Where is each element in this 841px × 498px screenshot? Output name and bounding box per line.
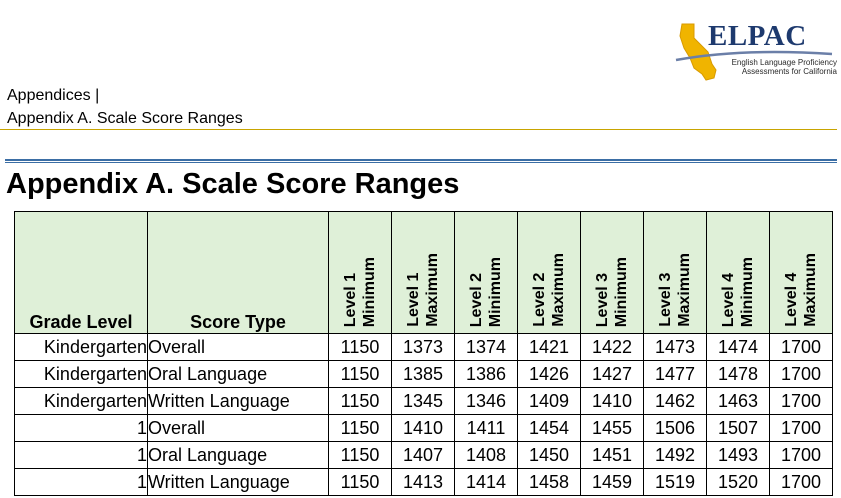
score-type-cell: Written Language (147, 387, 329, 415)
grade-level-cell: Kindergarten (14, 333, 148, 361)
score-value-cell: 1462 (643, 387, 707, 415)
score-value-cell: 1373 (391, 333, 455, 361)
header-divider (0, 129, 837, 130)
level-header-label: Level 2 Maximum (531, 253, 567, 327)
score-type-cell: Oral Language (147, 360, 329, 388)
table-row: 1 Written Language 1150 1413 1414 1458 1459 151… (14, 468, 833, 496)
score-value-cell: 1700 (769, 333, 833, 361)
level-header: Level 4 Minimum (706, 211, 770, 334)
score-value-cell: 1413 (391, 468, 455, 496)
score-value-cell: 1150 (328, 360, 392, 388)
score-value-cell: 1414 (454, 468, 518, 496)
table-body: Kindergarten Overall 1150 1373 1374 1421 1422 1… (14, 333, 833, 496)
level-header: Level 3 Minimum (580, 211, 644, 334)
score-value-cell: 1150 (328, 387, 392, 415)
score-value-cell: 1455 (580, 414, 644, 442)
score-value-cell: 1150 (328, 414, 392, 442)
score-value-cell: 1493 (706, 441, 770, 469)
score-value-cell: 1345 (391, 387, 455, 415)
score-type-cell: Oral Language (147, 441, 329, 469)
grade-level-cell: 1 (14, 414, 148, 442)
score-value-cell: 1506 (643, 414, 707, 442)
score-value-cell: 1458 (517, 468, 581, 496)
score-value-cell: 1451 (580, 441, 644, 469)
score-value-cell: 1700 (769, 414, 833, 442)
score-value-cell: 1478 (706, 360, 770, 388)
score-value-cell: 1385 (391, 360, 455, 388)
table-row: 1 Overall 1150 1410 1411 1454 1455 1506 1507 1700 (14, 414, 833, 442)
level-header-label: Level 1 Minimum (342, 256, 378, 327)
title-rule-thin (5, 162, 837, 163)
score-value-cell: 1421 (517, 333, 581, 361)
score-value-cell: 1463 (706, 387, 770, 415)
table-row: Kindergarten Overall 1150 1373 1374 1421 1422 1… (14, 333, 833, 361)
grade-level-cell: Kindergarten (14, 360, 148, 388)
table-header-row: Grade Level Score Type Level 1 Minimum L… (14, 211, 833, 334)
score-value-cell: 1150 (328, 441, 392, 469)
score-value-cell: 1519 (643, 468, 707, 496)
score-value-cell: 1409 (517, 387, 581, 415)
score-value-cell: 1507 (706, 414, 770, 442)
level-header-label: Level 1 Maximum (405, 253, 441, 327)
score-value-cell: 1700 (769, 387, 833, 415)
score-value-cell: 1386 (454, 360, 518, 388)
score-value-cell: 1346 (454, 387, 518, 415)
title-rule (5, 159, 837, 161)
running-header: Appendices | Appendix A. Scale Score Ran… (7, 84, 243, 130)
score-value-cell: 1374 (454, 333, 518, 361)
page-title: Appendix A. Scale Score Ranges (6, 168, 460, 200)
logo-wordmark: ELPAC (708, 20, 807, 52)
level-header: Level 2 Minimum (454, 211, 518, 334)
level-header: Level 1 Minimum (328, 211, 392, 334)
score-type-cell: Overall (147, 414, 329, 442)
score-value-cell: 1474 (706, 333, 770, 361)
score-value-cell: 1427 (580, 360, 644, 388)
table-row: 1 Oral Language 1150 1407 1408 1450 1451 1492 14… (14, 441, 833, 469)
score-value-cell: 1520 (706, 468, 770, 496)
scale-score-table: Grade Level Score Type Level 1 Minimum L… (14, 211, 833, 496)
level-header: Level 2 Maximum (517, 211, 581, 334)
score-type-cell: Overall (147, 333, 329, 361)
level-header: Level 4 Maximum (769, 211, 833, 334)
score-value-cell: 1150 (328, 333, 392, 361)
score-type-cell: Written Language (147, 468, 329, 496)
level-header: Level 3 Maximum (643, 211, 707, 334)
logo-subtitle-line2: Assessments for California (741, 67, 837, 76)
score-value-cell: 1426 (517, 360, 581, 388)
level-header-label: Level 4 Minimum (720, 256, 756, 327)
score-value-cell: 1473 (643, 333, 707, 361)
table-row: Kindergarten Oral Language 1150 1385 1386 142… (14, 360, 833, 388)
score-value-cell: 1150 (328, 468, 392, 496)
grade-level-cell: Kindergarten (14, 387, 148, 415)
score-type-header: Score Type (147, 211, 329, 334)
score-value-cell: 1411 (454, 414, 518, 442)
grade-level-cell: 1 (14, 441, 148, 469)
level-header-label: Level 2 Minimum (468, 256, 504, 327)
grade-level-header: Grade Level (14, 211, 148, 334)
score-value-cell: 1450 (517, 441, 581, 469)
score-value-cell: 1459 (580, 468, 644, 496)
score-value-cell: 1410 (391, 414, 455, 442)
score-value-cell: 1477 (643, 360, 707, 388)
header-section-label: Appendices | (7, 87, 100, 104)
level-header: Level 1 Maximum (391, 211, 455, 334)
level-header-label: Level 3 Minimum (594, 256, 630, 327)
level-header-label: Level 3 Maximum (657, 253, 693, 327)
score-value-cell: 1454 (517, 414, 581, 442)
score-value-cell: 1407 (391, 441, 455, 469)
logo-subtitle: English Language Proficiency Assessments… (727, 58, 837, 76)
score-value-cell: 1410 (580, 387, 644, 415)
score-value-cell: 1700 (769, 360, 833, 388)
header-subsection-label: Appendix A. Scale Score Ranges (7, 110, 243, 127)
score-value-cell: 1408 (454, 441, 518, 469)
score-value-cell: 1700 (769, 441, 833, 469)
score-value-cell: 1492 (643, 441, 707, 469)
score-value-cell: 1700 (769, 468, 833, 496)
table-row: Kindergarten Written Language 1150 1345 1346… (14, 387, 833, 415)
logo-subtitle-line1: English Language Proficiency (731, 58, 837, 67)
grade-level-cell: 1 (14, 468, 148, 496)
score-value-cell: 1422 (580, 333, 644, 361)
level-header-label: Level 4 Maximum (783, 253, 819, 327)
